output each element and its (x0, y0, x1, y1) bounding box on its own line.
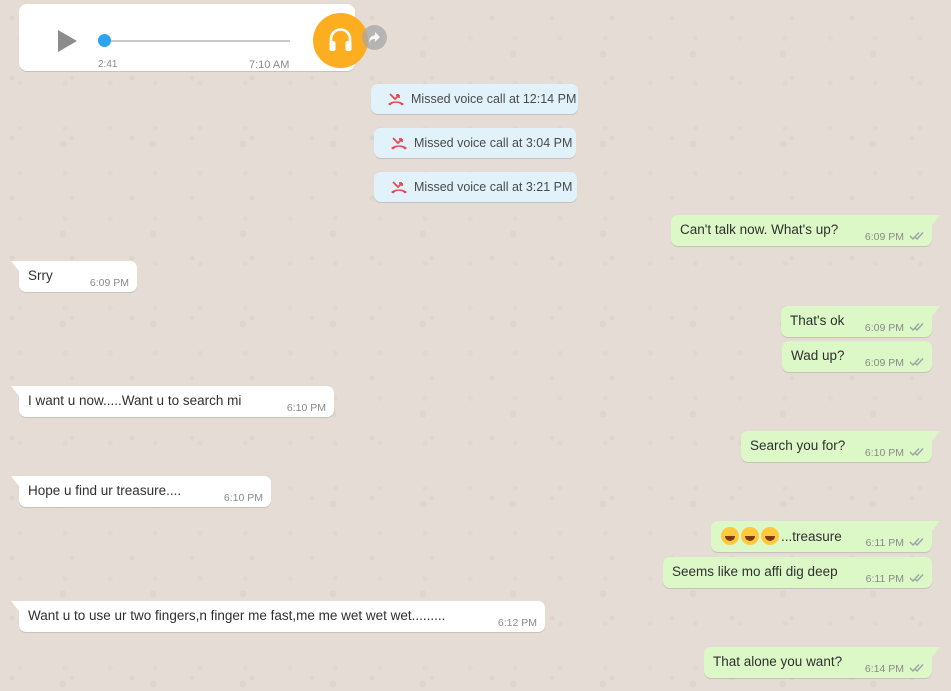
outgoing-message[interactable]: Seems like mo affi dig deep 6:11 PM (663, 557, 932, 588)
missed-call-notice[interactable]: Missed voice call at 3:04 PM (374, 128, 576, 158)
double-check-icon (909, 574, 924, 582)
message-time: 6:09 PM (864, 357, 904, 369)
incoming-message[interactable]: Hope u find ur treasure.... 6:10 PM (11, 476, 271, 507)
message-text: Srry (28, 268, 53, 283)
message-text: Hope u find ur treasure.... (28, 483, 182, 498)
audio-progress-knob[interactable] (98, 34, 111, 47)
missed-call-notice[interactable]: Missed voice call at 3:21 PM (374, 172, 577, 202)
play-icon[interactable] (58, 30, 77, 52)
message-text: That alone you want? (713, 654, 843, 669)
message-time: 6:11 PM (865, 537, 904, 549)
message-time: 6:10 PM (223, 492, 263, 504)
message-time: 6:10 PM (286, 402, 326, 414)
double-check-icon (909, 323, 924, 331)
voice-time: 7:10 AM (249, 59, 290, 71)
message-text: Seems like mo affi dig deep (672, 564, 838, 579)
voice-duration: 2:41 (98, 59, 118, 70)
missed-call-notice[interactable]: Missed voice call at 12:14 PM (371, 84, 578, 114)
double-check-icon (909, 232, 924, 240)
double-check-icon (909, 664, 924, 672)
missed-call-icon (391, 137, 407, 150)
missed-call-label: Missed voice call at 3:21 PM (414, 180, 573, 194)
incoming-message[interactable]: Srry 6:09 PM (11, 261, 137, 292)
missed-call-label: Missed voice call at 12:14 PM (411, 92, 577, 106)
double-check-icon (909, 448, 924, 456)
missed-call-icon (391, 181, 407, 194)
message-time: 6:11 PM (865, 573, 904, 585)
message-time: 6:09 PM (864, 231, 904, 243)
incoming-message[interactable]: Want u to use ur two fingers,n finger me… (11, 601, 545, 632)
outgoing-message[interactable]: Wad up? 6:09 PM (782, 341, 932, 372)
incoming-message[interactable]: I want u now.....Want u to search mi 6:1… (11, 386, 334, 417)
message-text-wrapper: ...treasure (721, 527, 842, 545)
outgoing-message[interactable]: That alone you want? 6:14 PM (704, 647, 940, 678)
double-check-icon (909, 358, 924, 366)
message-text: That's ok (790, 313, 845, 328)
forward-icon (369, 32, 380, 43)
headset-avatar (313, 13, 368, 68)
grinning-sweat-emoji (721, 527, 739, 545)
message-time: 6:10 PM (864, 447, 904, 459)
double-check-icon (909, 538, 924, 546)
voice-message-bubble: 2:41 7:10 AM (19, 4, 368, 71)
missed-call-label: Missed voice call at 3:04 PM (414, 136, 573, 150)
message-text: Can't talk now. What's up? (680, 222, 839, 237)
headset-icon (329, 28, 352, 51)
outgoing-message[interactable]: Can't talk now. What's up? 6:09 PM (671, 215, 940, 246)
message-text: ...treasure (781, 529, 842, 544)
outgoing-message[interactable]: ...treasure 6:11 PM (711, 521, 940, 552)
message-time: 6:14 PM (864, 663, 904, 675)
message-text: Search you for? (750, 438, 846, 453)
message-time: 6:09 PM (89, 277, 129, 289)
outgoing-message[interactable]: That's ok 6:09 PM (781, 306, 940, 337)
message-time: 6:12 PM (497, 617, 537, 629)
message-time: 6:09 PM (864, 322, 904, 334)
forward-button[interactable] (362, 25, 387, 50)
message-text: Want u to use ur two fingers,n finger me… (28, 608, 446, 623)
outgoing-message[interactable]: Search you for? 6:10 PM (741, 431, 940, 462)
message-text: Wad up? (791, 348, 845, 363)
audio-progress-track[interactable] (102, 40, 290, 42)
grinning-sweat-emoji (761, 527, 779, 545)
missed-call-icon (388, 93, 404, 106)
chat-panel: 2:41 7:10 AM Missed voice call at 12:14 … (0, 0, 951, 691)
grinning-sweat-emoji (741, 527, 759, 545)
message-text: I want u now.....Want u to search mi (28, 393, 242, 408)
